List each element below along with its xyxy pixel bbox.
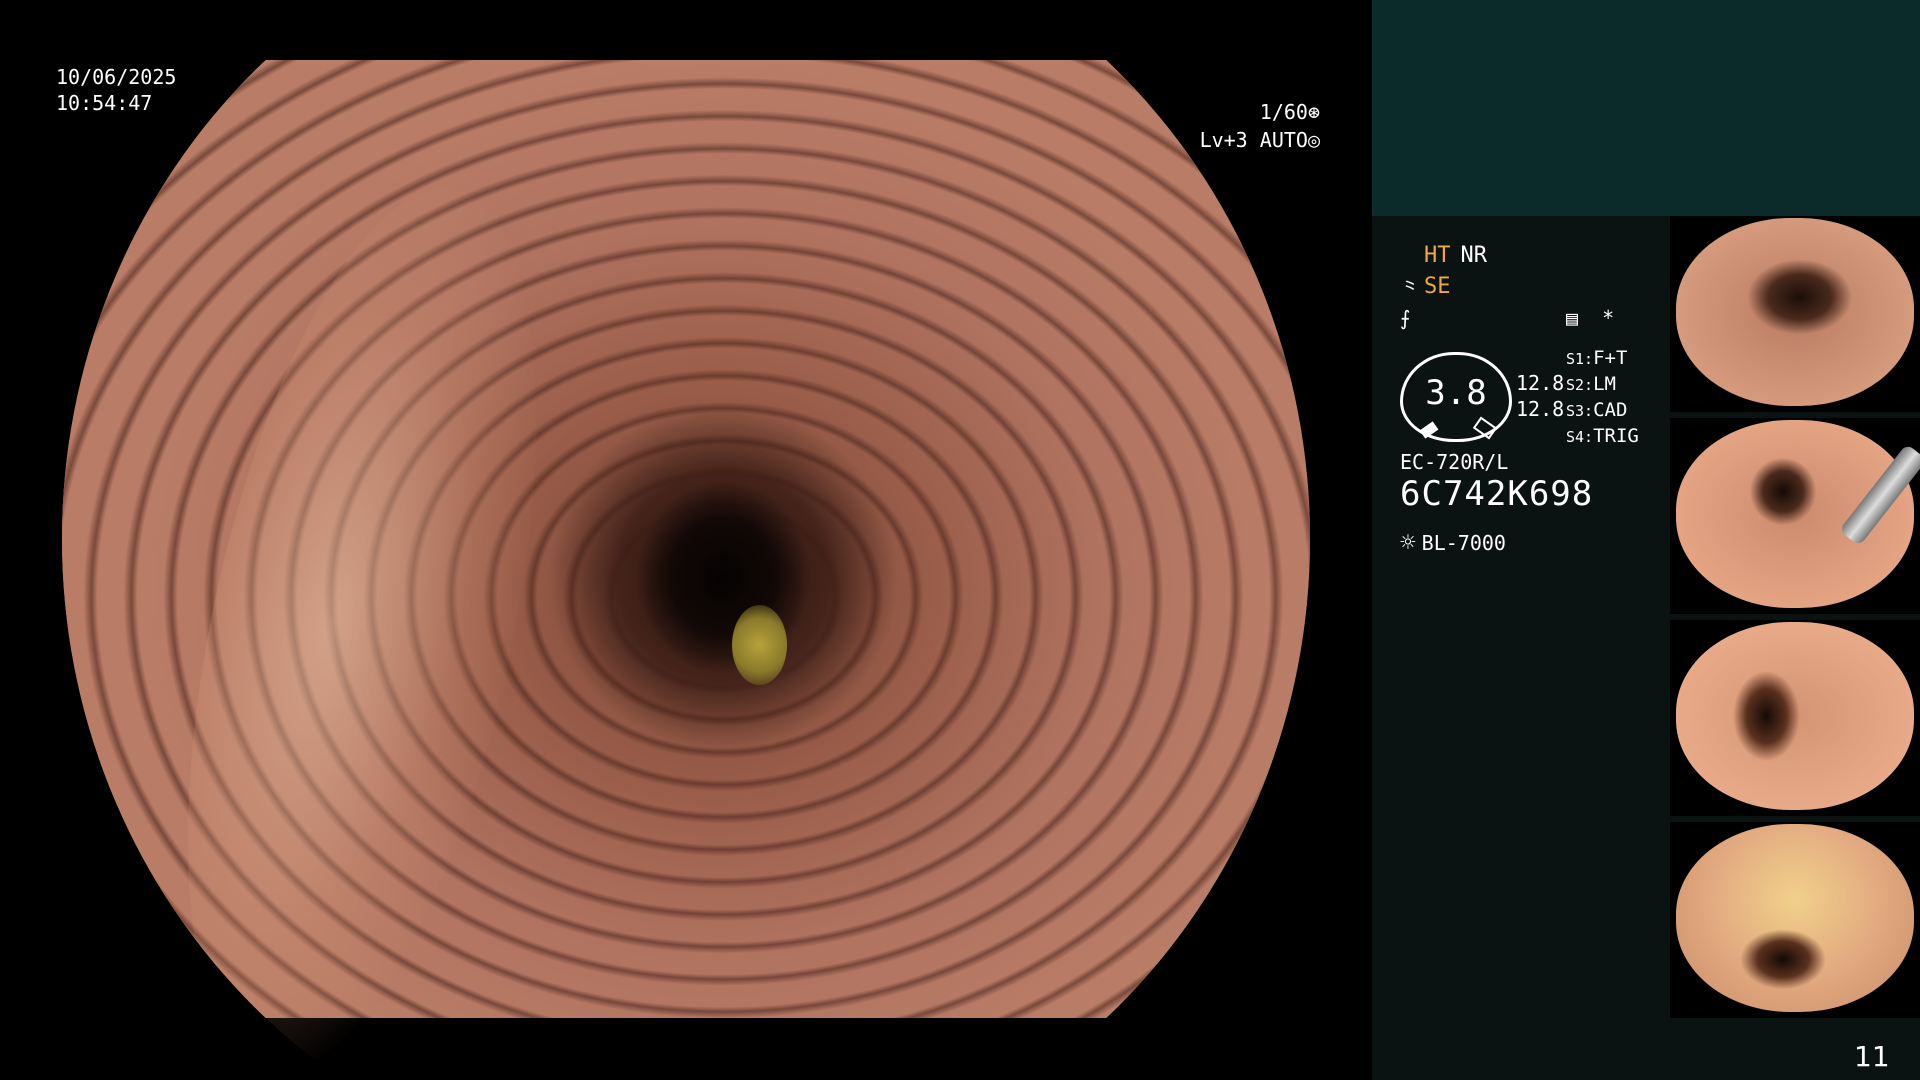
thumbnail-2[interactable] [1670,418,1920,614]
nr-indicator: NR [1460,243,1488,268]
switch-row: S3:CAD [1566,399,1628,421]
time-text: 10:54:47 [56,91,153,115]
structure-enhance-icon: ⺀ [1400,276,1420,300]
scope-info: HT NR ⺀ SE ⨍ [1400,240,1660,333]
record-icon: ▤ [1566,306,1579,330]
captured-thumbnails [1670,216,1920,1024]
thumbnail-image [1676,824,1914,1012]
mode-icons: ▤ * [1566,306,1614,330]
asterisk-icon: * [1602,306,1615,330]
thumbnail-1[interactable] [1670,216,1920,412]
scope-switches: S1:F+T S2:LM S3:CAD S4:TRIG [1566,346,1639,450]
gauge-side-bottom: 12.8 [1516,397,1565,421]
live-endoscopy-view: 10/06/2025 10:54:47 1/60⊛ Lv+3 AUTO◎ [0,0,1372,1080]
exposure-readout: 1/60⊛ Lv+3 AUTO◎ [1140,98,1320,154]
thumbnail-4[interactable] [1670,822,1920,1018]
date-text: 10/06/2025 [56,65,177,89]
thumbnail-image [1676,622,1914,810]
auto-icon: ◎ [1307,128,1320,152]
side-panel-header [1372,0,1920,216]
se-indicator: SE [1424,274,1451,299]
ht-indicator: HT [1424,243,1451,268]
light-source-label: BL-7000 [1421,531,1506,555]
gauge-side-top: 12.8 [1516,371,1565,395]
shutter-icon: ⊛ [1307,100,1320,124]
freeze-icon: ⨍ [1400,305,1411,330]
light-source: ☼ BL-7000 [1400,530,1506,556]
thumbnail-3[interactable] [1670,620,1920,816]
mucosal-fold [121,158,603,1080]
bile-residue [732,605,787,685]
level-text: Lv+3 [1199,128,1248,152]
datetime-readout: 10/06/2025 10:54:47 [56,64,176,116]
shutter-text: 1/60 [1259,100,1308,124]
thumbnail-image [1676,420,1920,608]
mode-text: AUTO [1259,128,1308,152]
endoscopy-screen: 10/06/2025 10:54:47 1/60⊛ Lv+3 AUTO◎ HT … [0,0,1920,1080]
page-number: 11 [1854,1040,1890,1073]
gauge-value: 3.8 [1425,373,1487,413]
scope-model: EC-720R/L [1400,450,1509,474]
switch-row: S1:F+T [1566,347,1628,369]
forceps-icon [1838,443,1920,547]
switch-row: S2:LM [1566,373,1616,395]
magnification-gauge: 3.8 [1400,352,1512,442]
scope-serial: 6C742K698 [1400,474,1594,514]
colon-lumen-image [62,60,1310,1080]
gauge-side-values: 12.8 12.8 [1516,370,1564,422]
light-source-icon: ☼ [1400,528,1416,558]
thumbnail-image [1676,218,1914,406]
switch-row: S4:TRIG [1566,425,1639,447]
